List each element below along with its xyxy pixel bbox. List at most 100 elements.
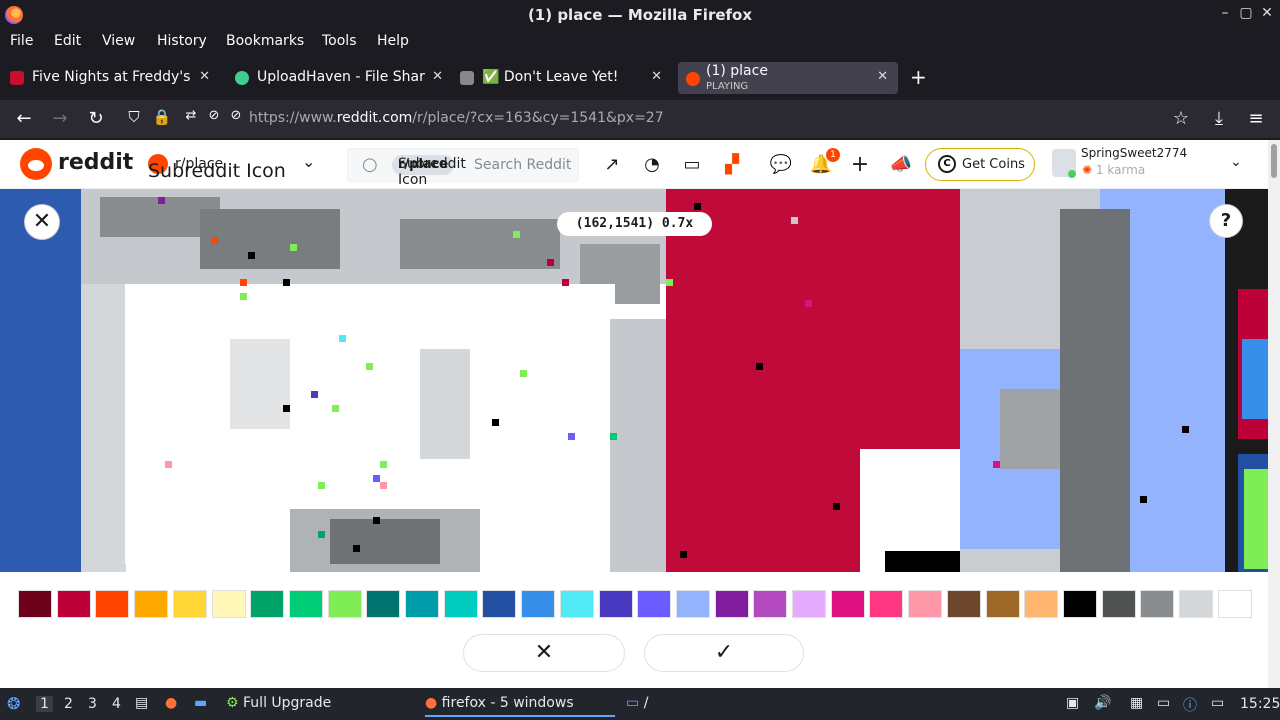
display-icon[interactable]: ▭ [1157,695,1170,711]
menu-file[interactable]: File [10,33,33,49]
maximize-button[interactable]: ▢ [1237,5,1255,21]
autoplay-blocked-icon[interactable]: ⊘ [225,108,247,123]
color-swatch[interactable] [985,590,1020,618]
lock-icon[interactable]: 🔒 [151,108,173,126]
color-swatch[interactable] [1062,590,1097,618]
cancel-pixel-button[interactable]: ✕ [463,634,625,672]
all-icon[interactable]: ◔ [640,153,664,177]
color-swatch[interactable] [405,590,439,618]
storage-icon[interactable]: ▣ [1066,695,1079,711]
chat-icon[interactable]: 💬 [769,153,793,177]
url-bar[interactable]: https://www.reddit.com/r/place/?cx=163&c… [249,110,664,126]
color-swatch[interactable] [559,590,594,618]
workspace-2[interactable]: 2 [64,696,73,712]
color-swatch[interactable] [1217,590,1252,618]
create-post-icon[interactable]: + [848,153,872,177]
color-swatch[interactable] [1140,590,1175,618]
color-swatch[interactable] [443,590,478,618]
advertise-icon[interactable]: 📣 [889,153,913,177]
workspace-1[interactable]: 1 [36,696,53,712]
tab-close-icon[interactable]: ✕ [877,69,888,84]
color-swatch[interactable] [172,590,207,618]
firefox-launcher-icon[interactable]: ● [165,695,177,711]
tab-uploadhaven[interactable]: UploadHaven - File Sharin ✕ [225,62,447,94]
place-icon[interactable]: ▞ [720,153,744,177]
file-manager-icon[interactable]: ▤ [135,695,148,711]
color-swatch[interactable] [95,590,130,618]
color-swatch[interactable] [637,590,672,618]
reddit-logo-icon[interactable] [20,148,52,180]
volume-icon[interactable]: 🔊 [1094,695,1111,711]
color-swatch[interactable] [521,590,556,618]
get-coins-button[interactable]: C Get Coins [925,148,1035,181]
page-scrollbar[interactable] [1268,140,1280,688]
color-swatch[interactable] [1024,590,1059,618]
workspace-3[interactable]: 3 [88,696,97,712]
color-swatch[interactable] [18,590,52,618]
desktop-icon[interactable]: ▬ [194,695,207,711]
color-swatch[interactable] [598,590,633,618]
tab-close-icon[interactable]: ✕ [651,69,662,84]
color-swatch[interactable] [869,590,904,618]
menu-bookmarks[interactable]: Bookmarks [226,33,304,49]
help-button[interactable]: ? [1209,204,1243,238]
color-swatch[interactable] [482,590,517,618]
color-swatch[interactable] [1179,590,1213,618]
confirm-pixel-button[interactable]: ✓ [644,634,804,672]
tab-fnaf[interactable]: Five Nights at Freddy's: S ✕ [0,62,220,94]
minimize-button[interactable]: – [1216,5,1234,21]
color-swatch[interactable] [830,590,865,618]
search-input[interactable]: ○ r/place Subreddit Icon Search Reddit [347,148,579,188]
workspace-4[interactable]: 4 [112,696,121,712]
close-window-button[interactable]: ✕ [1258,5,1276,21]
taskbar-full-upgrade[interactable]: ⚙ Full Upgrade [226,695,331,711]
downloads-icon[interactable]: ⤓ [1208,108,1230,129]
color-swatch[interactable] [366,590,401,618]
color-swatch[interactable] [946,590,981,618]
color-swatch[interactable] [56,590,91,618]
hamburger-menu-icon[interactable]: ≡ [1245,108,1267,129]
video-icon[interactable]: ▭ [680,153,704,177]
tab-dont-leave[interactable]: ✅ Don't Leave Yet! ✕ [450,62,672,94]
bookmark-star-icon[interactable]: ☆ [1170,108,1192,129]
color-swatch[interactable] [792,590,826,618]
tab-close-icon[interactable]: ✕ [199,69,210,84]
reddit-wordmark[interactable]: reddit [58,150,133,175]
forward-icon[interactable]: → [49,108,71,129]
reload-icon[interactable]: ↻ [85,108,107,129]
shield-icon[interactable]: ⛉ [123,108,145,126]
permissions-icon[interactable]: ⇄ [180,108,202,123]
color-swatch[interactable] [675,590,710,618]
menu-help[interactable]: Help [377,33,409,49]
menu-history[interactable]: History [157,33,207,49]
color-swatch[interactable] [134,590,169,618]
place-canvas[interactable]: ✕ ? (162,1541) 0.7x [0,189,1268,572]
color-swatch[interactable] [908,590,943,618]
clipboard-icon[interactable]: ▦ [1130,695,1143,711]
color-swatch[interactable] [250,590,285,618]
tab-place[interactable]: (1) place PLAYING ✕ [678,62,898,94]
close-canvas-button[interactable]: ✕ [24,204,60,240]
color-swatch[interactable] [753,590,788,618]
taskbar-folder[interactable]: ▭ / [626,695,648,711]
camera-blocked-icon[interactable]: ⊘ [203,108,225,123]
network-icon[interactable]: ▭ [1211,695,1224,711]
new-tab-button[interactable]: + [910,65,927,89]
start-menu-icon[interactable]: ❂ [7,694,20,713]
chevron-down-icon[interactable]: ⌄ [1230,154,1242,170]
color-swatch[interactable] [288,590,323,618]
color-swatch[interactable] [211,590,246,618]
chevron-down-icon[interactable]: ⌄ [302,152,315,171]
color-swatch[interactable] [327,590,362,618]
popular-icon[interactable]: ↗ [600,153,624,177]
updates-icon[interactable]: ⓘ [1183,695,1197,715]
taskbar-firefox[interactable]: ● firefox - 5 windows [425,695,615,717]
scrollbar-thumb[interactable] [1271,144,1277,178]
tab-close-icon[interactable]: ✕ [432,69,443,84]
menu-tools[interactable]: Tools [322,33,357,49]
menu-edit[interactable]: Edit [54,33,81,49]
back-icon[interactable]: ← [13,108,35,129]
color-swatch[interactable] [1101,590,1136,618]
menu-view[interactable]: View [102,33,135,49]
color-swatch[interactable] [714,590,749,618]
